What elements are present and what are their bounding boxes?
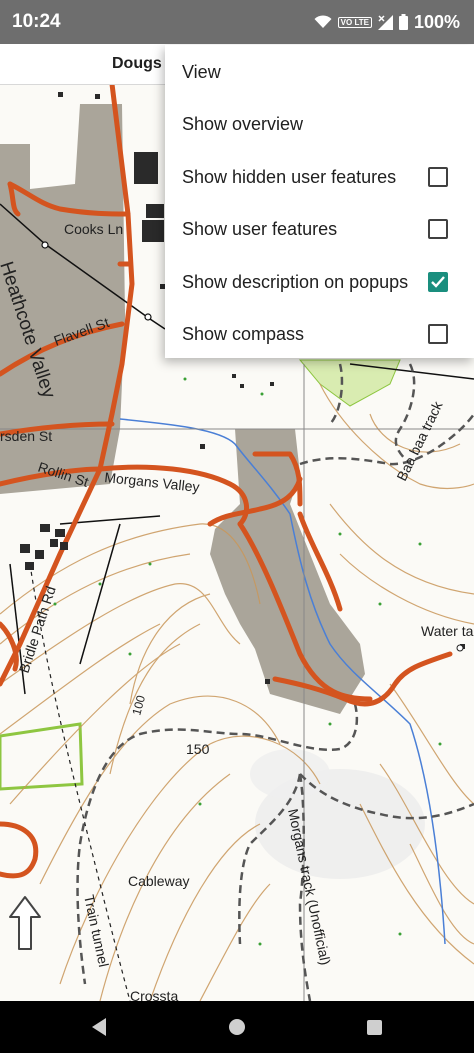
status-time: 10:24 (12, 11, 61, 32)
volte-badge: VO LTE (337, 16, 372, 28)
signal-icon (377, 14, 393, 30)
label-bottom: Crossta (130, 988, 178, 1001)
checkbox-show-user-features[interactable] (428, 219, 448, 239)
checkmark-icon (431, 276, 445, 288)
battery-icon (398, 14, 408, 30)
label-water-tank: Water ta (421, 623, 474, 639)
north-arrow-button[interactable] (8, 895, 42, 958)
checkbox-show-description-on-popups[interactable] (428, 272, 448, 292)
menu-item-label: Show compass (182, 323, 305, 344)
menu-item-label: Show user features (182, 218, 338, 239)
label-cableway: Cableway (128, 873, 189, 889)
system-nav-bar (0, 1001, 474, 1053)
battery-percent: 100% (413, 11, 460, 32)
view-menu: View Show overview Show hidden user feat… (165, 45, 474, 358)
menu-title: View (182, 62, 221, 82)
map-title: Dougs (112, 55, 162, 72)
menu-item-label: Show hidden user features (182, 166, 397, 187)
menu-item-label: Show overview (182, 113, 304, 134)
menu-item-show-compass[interactable]: Show compass (165, 308, 474, 360)
menu-item-show-hidden-user-features[interactable]: Show hidden user features (165, 151, 474, 203)
label-bridle-path-rd: Bridle Path Rd (16, 584, 59, 675)
menu-item-show-description-on-popups[interactable]: Show description on popups (165, 256, 474, 308)
menu-item-label: Show description on popups (182, 271, 409, 292)
status-bar: 10:24 VO LTE 100% (0, 0, 474, 44)
label-contour-100: 100 (129, 693, 148, 716)
menu-item-show-overview[interactable]: Show overview (165, 98, 474, 150)
label-cooks-ln: Cooks Ln (64, 221, 123, 237)
status-icons: VO LTE 100% (314, 12, 460, 33)
home-icon[interactable] (228, 1017, 246, 1037)
label-baa-baa-track: Baa baa track (393, 398, 446, 484)
back-icon[interactable] (90, 1017, 108, 1037)
menu-item-show-user-features[interactable]: Show user features (165, 203, 474, 255)
label-train-tunnel: Train tunnel (81, 893, 112, 968)
label-contour-150: 150 (186, 741, 210, 757)
checkbox-show-compass[interactable] (428, 324, 448, 344)
label-marsden-st: rsden St (0, 428, 52, 444)
north-arrow-icon (9, 896, 41, 950)
wifi-icon (314, 15, 332, 28)
checkbox-show-hidden-user-features[interactable] (428, 167, 448, 187)
recents-icon[interactable] (366, 1017, 384, 1037)
